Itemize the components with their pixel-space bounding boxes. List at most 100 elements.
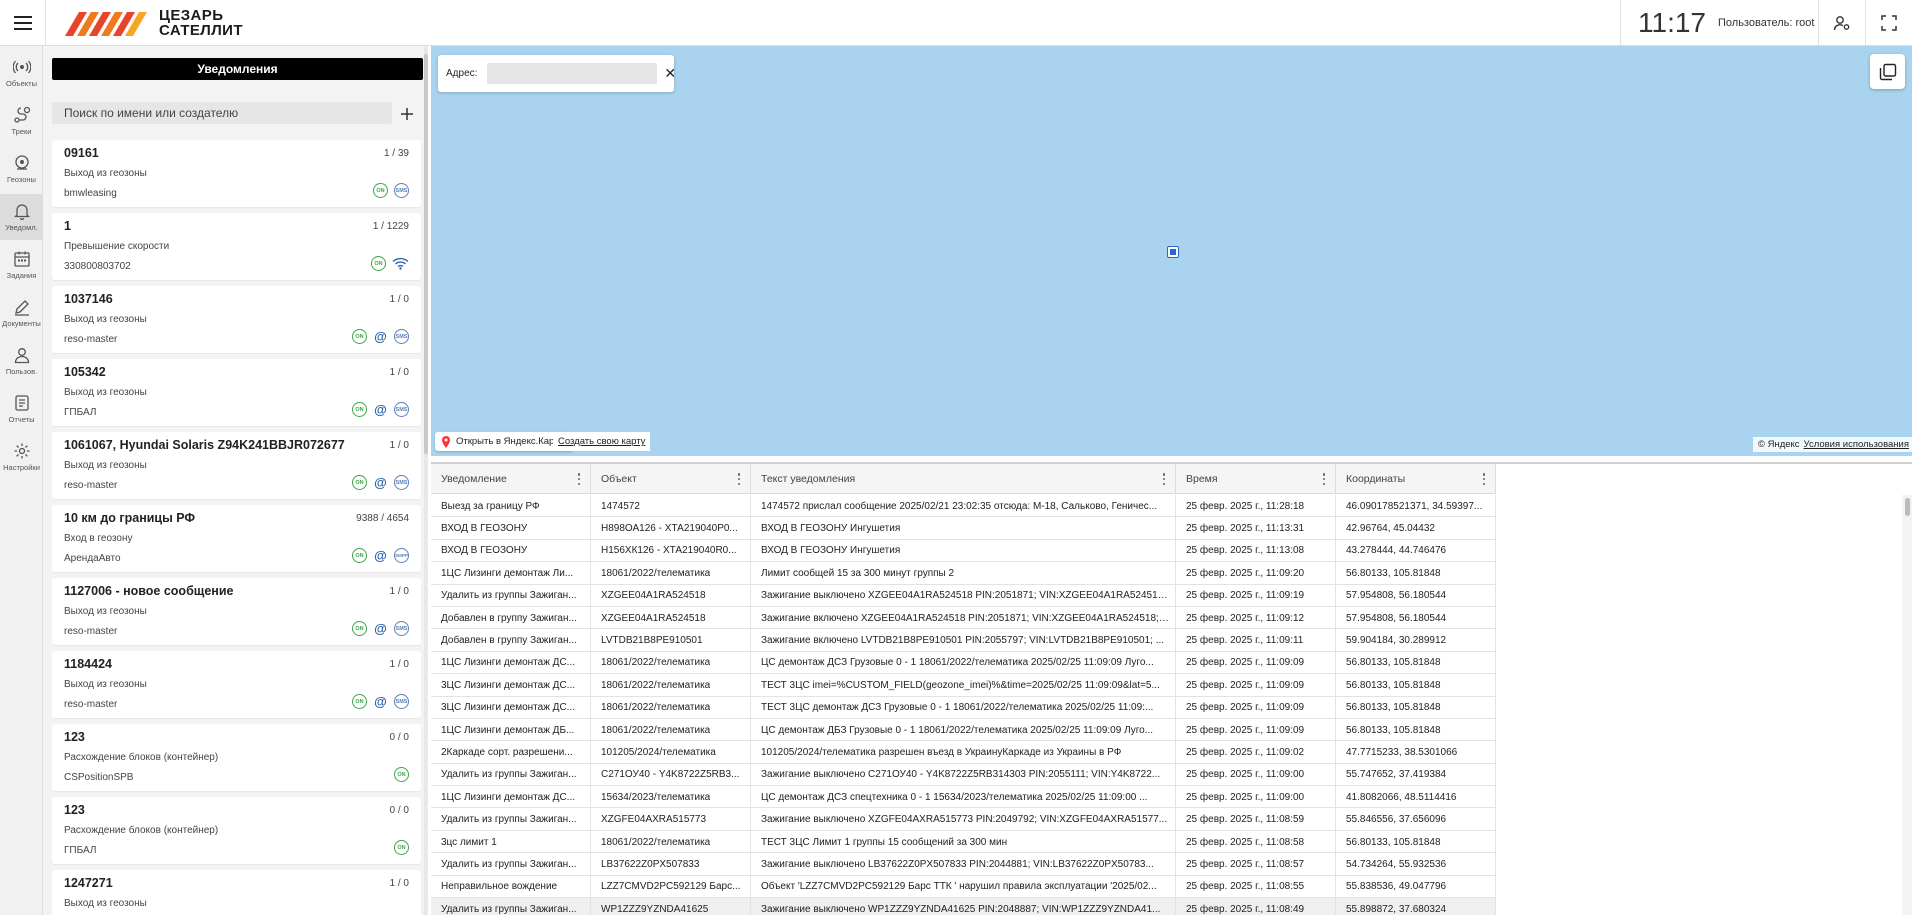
- table-row[interactable]: Удалить из группы Зажиган... WP1ZZZ9YZNDA…: [431, 898, 1496, 915]
- nav-item-notifications[interactable]: Уведомл.: [0, 194, 43, 240]
- user-label: Пользователь: root: [1718, 17, 1815, 29]
- column-menu-icon[interactable]: [1162, 473, 1166, 485]
- nav-item-tracks[interactable]: Треки: [0, 98, 43, 144]
- table-row[interactable]: Добавлен в группу Зажиган... LVTDB21B8PE9…: [431, 629, 1496, 652]
- enabled-icon: ON: [352, 548, 367, 563]
- notification-card[interactable]: 1 1 / 1229 Превышение скорости 330800803702…: [52, 213, 421, 280]
- table-row[interactable]: Удалить из группы Зажиган... XZGFE04AXRA5…: [431, 808, 1496, 831]
- cell-text: ТЕСТ 3ЦС демонтаж ДСЗ Грузовые 0 - 1 180…: [761, 702, 1154, 714]
- panel-scrollbar[interactable]: [424, 46, 428, 915]
- logo-stripes-icon: [65, 12, 147, 36]
- table-row[interactable]: Удалить из группы Зажиган... С271ОУ40 - Y…: [431, 763, 1496, 787]
- nav-item-tasks[interactable]: Задания: [0, 242, 43, 288]
- nav-item-documents[interactable]: Документы: [0, 290, 43, 336]
- table-row[interactable]: 1ЦС Лизинги демонтаж ДС... 18061/2022/тел…: [431, 651, 1496, 675]
- column-header[interactable]: Текст уведомления: [751, 464, 1176, 494]
- column-menu-icon[interactable]: [737, 473, 741, 485]
- column-header[interactable]: Координаты: [1336, 464, 1496, 494]
- nav-item-reports[interactable]: Отчеты: [0, 386, 43, 432]
- table-row[interactable]: Удалить из группы Зажиган... LB37622Z0PX5…: [431, 853, 1496, 876]
- cell-text: 55.898872, 37.680324: [1346, 903, 1447, 915]
- table-row[interactable]: Добавлен в группу Зажиган... XZGEE04A1RA5…: [431, 606, 1496, 630]
- table-cell: Зажигание выключено WP1ZZZ9YZNDA41625 PI…: [751, 898, 1176, 915]
- terms-link[interactable]: Условия использования: [1804, 439, 1909, 450]
- user-settings-button[interactable]: [1818, 0, 1865, 46]
- table-cell: Зажигание выключено С271ОУ40 - Y4K8722Z5…: [751, 763, 1176, 787]
- card-type: Вход в геозону: [64, 533, 133, 544]
- scrollbar-thumb[interactable]: [1905, 498, 1910, 516]
- table-row[interactable]: Неправильное вождение LZZ7CMVD2PC592129 Б…: [431, 875, 1496, 899]
- nav-label: Настройки: [3, 463, 40, 472]
- table-row[interactable]: ВХОД В ГЕОЗОНУ Н156ХК126 - ХТА219040R0...…: [431, 539, 1496, 563]
- table-row[interactable]: 3цс лимит 1 18061/2022/телематика ТЕСТ 3ЦС…: [431, 830, 1496, 854]
- search-input[interactable]: [52, 102, 392, 124]
- card-creator: bmwleasing: [64, 188, 117, 199]
- nav-item-geozones[interactable]: Геозоны: [0, 146, 43, 192]
- table-row[interactable]: 1ЦС Лизинги демонтаж ДС... 15634/2023/тел…: [431, 786, 1496, 809]
- cell-text: Зажигание выключено LB37622Z0PX507833 PI…: [761, 858, 1154, 870]
- column-menu-icon[interactable]: [1322, 473, 1326, 485]
- user-icon: [14, 348, 29, 364]
- cell-text: ЦС демонтаж ДСЗ Грузовые 0 - 1 18061/202…: [761, 657, 1154, 669]
- table-row[interactable]: ВХОД В ГЕОЗОНУ Н898ОА126 - ХТА219040Р0...…: [431, 517, 1496, 540]
- card-type: Превышение скорости: [64, 241, 170, 252]
- notification-card[interactable]: 123 0 / 0 Расхождение блоков (контейнер) CS…: [52, 724, 421, 791]
- cell-text: 59.904184, 30.289912: [1346, 635, 1447, 647]
- card-creator: reso-master: [64, 334, 118, 345]
- cell-text: Зажигание включено LVTDB21B8PE910501 PIN…: [761, 635, 1165, 647]
- card-title: 1: [64, 219, 71, 233]
- notification-card[interactable]: 1061067, Hyundai Solaris Z94K241BBJR0726…: [52, 432, 421, 499]
- email-icon: @: [374, 548, 387, 563]
- table-row[interactable]: 3ЦС Лизинги демонтаж ДС... 18061/2022/тел…: [431, 674, 1496, 697]
- close-icon[interactable]: ✕: [664, 65, 676, 82]
- map-view[interactable]: Адрес: ✕ Открыть в Яндекс.Картах Создать…: [431, 46, 1912, 456]
- nav-item-users[interactable]: Пользов.: [0, 338, 43, 384]
- notification-card[interactable]: 09161 1 / 39 Выход из геозоны bmwleasing ON S…: [52, 140, 421, 207]
- table-cell: Объект 'LZZ7CMVD2PC592129 Барс ТТК ' нар…: [751, 875, 1176, 899]
- notification-card[interactable]: 1184424 1 / 0 Выход из геозоны reso-master O…: [52, 651, 421, 718]
- column-menu-icon[interactable]: [577, 473, 581, 485]
- layers-button[interactable]: [1870, 54, 1905, 89]
- cell-text: ТЕСТ 3ЦС imei=%CUSTOM_FIELD(geozone_imei…: [761, 679, 1160, 691]
- notification-card[interactable]: 1127006 - новое сообщение 1 / 0 Выход из г…: [52, 578, 421, 645]
- add-notification-button[interactable]: [395, 102, 419, 126]
- cell-text: 54.734264, 55.932536: [1346, 858, 1447, 870]
- cell-text: 25 февр. 2025 г., 11:13:08: [1186, 545, 1305, 557]
- scrollbar-thumb[interactable]: [424, 54, 428, 454]
- notification-card[interactable]: 105342 1 / 0 Выход из геозоны ГПБАЛ ON @ SMS: [52, 359, 421, 426]
- card-creator: ГПБАЛ: [64, 407, 97, 418]
- card-creator: АрендаАвто: [64, 553, 121, 564]
- table-row[interactable]: 1ЦС Лизинги демонтаж ДБ... 18061/2022/тел…: [431, 718, 1496, 742]
- notification-card[interactable]: 1037146 1 / 0 Выход из геозоны reso-master O…: [52, 286, 421, 353]
- column-header[interactable]: Уведомление: [431, 464, 591, 494]
- cell-text: ВХОД В ГЕОЗОНУ: [441, 523, 528, 535]
- table-row[interactable]: 1ЦС Лизинги демонтаж Ли... 18061/2022/тел…: [431, 562, 1496, 585]
- notification-card[interactable]: 10 км до границы РФ 9388 / 4654 Вход в гео…: [52, 505, 421, 572]
- create-map-link[interactable]: Создать свою карту: [553, 432, 651, 451]
- fullscreen-button[interactable]: [1865, 0, 1912, 46]
- report-icon: [14, 395, 29, 411]
- notification-card[interactable]: 1247271 1 / 0 Выход из геозоны: [52, 870, 421, 915]
- object-marker-icon[interactable]: [1167, 246, 1179, 258]
- nav-item-objects[interactable]: Объекты: [0, 50, 43, 96]
- logo-text: ЦЕЗАРЬ САТЕЛЛИТ: [159, 8, 243, 38]
- cell-text: 25 февр. 2025 г., 11:13:31: [1186, 523, 1305, 535]
- table-cell: Удалить из группы Зажиган...: [431, 584, 591, 607]
- table-row[interactable]: Выезд за границу РФ 1474572 1474572 присла…: [431, 495, 1496, 518]
- column-header[interactable]: Время: [1176, 464, 1336, 494]
- wifi-icon: [392, 257, 409, 270]
- column-header[interactable]: Объект: [591, 464, 751, 494]
- address-input[interactable]: [487, 63, 658, 84]
- column-menu-icon[interactable]: [1482, 473, 1486, 485]
- table-row[interactable]: 2Каркаде сорт. разрешени... 101205/2024/т…: [431, 741, 1496, 764]
- nav-item-settings[interactable]: Настройки: [0, 434, 43, 480]
- cell-text: Удалить из группы Зажиган...: [441, 590, 577, 602]
- table-scrollbar[interactable]: [1902, 495, 1912, 915]
- cell-text: 25 февр. 2025 г., 11:09:19: [1186, 590, 1305, 602]
- notification-card[interactable]: 123 0 / 0 Расхождение блоков (контейнер) ГП…: [52, 797, 421, 864]
- table-cell: 55.846556, 37.656096: [1336, 808, 1496, 831]
- table-cell: 18061/2022/телематика: [591, 562, 751, 585]
- table-row[interactable]: Удалить из группы Зажиган... XZGEE04A1RA5…: [431, 584, 1496, 607]
- table-row[interactable]: 3ЦС Лизинги демонтаж ДС... 18061/2022/тел…: [431, 696, 1496, 719]
- menu-button[interactable]: [0, 0, 46, 46]
